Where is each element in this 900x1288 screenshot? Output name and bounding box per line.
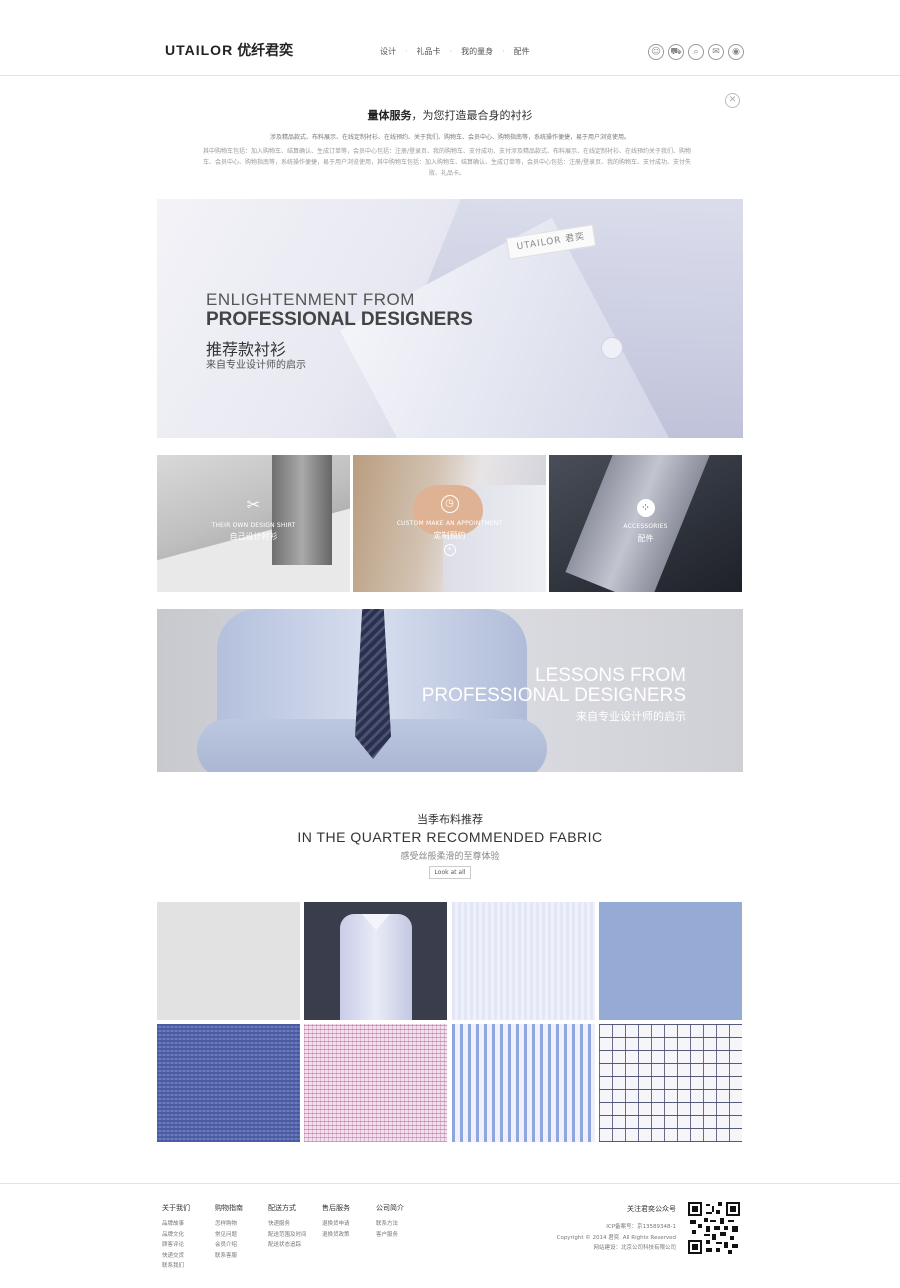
footer-link[interactable]: 品牌故事 [162, 1219, 190, 1230]
footer-link[interactable]: 配送状态追踪 [268, 1240, 307, 1251]
footer-link[interactable]: 联系方法 [376, 1219, 404, 1230]
logo-en: UTAILOR [165, 42, 234, 58]
fabric-title-cn: 当季布料推荐 [417, 813, 483, 826]
banner-line-1: LESSONS FROM [535, 665, 686, 686]
nav-separator: · [502, 47, 505, 56]
fabric-swatch[interactable] [452, 902, 595, 1020]
footer-link[interactable]: 客户服务 [376, 1230, 404, 1241]
fabric-swatch[interactable] [599, 902, 742, 1020]
footer-link[interactable]: 联系客服 [215, 1251, 243, 1262]
tile-accessories[interactable]: ⁘ ACCESSORIES 配件 [549, 455, 742, 592]
search-icon[interactable]: ⌕ [688, 44, 704, 60]
footer-column-guide: 购物指南 怎样购物 常见问题 会员介绍 联系客服 [215, 1203, 243, 1261]
tile-en-label: CUSTOM MAKE AN APPOINTMENT [396, 520, 503, 527]
footer-column-title: 售后服务 [322, 1204, 350, 1212]
cart-icon[interactable]: ⛟ [668, 44, 684, 60]
fabric-swatch[interactable] [157, 902, 300, 1020]
intro-line-2: 其中购物车包括：加入购物车、结算确认、生成订单等，会员中心包括：注册/登录页、我… [202, 148, 692, 177]
header-icons: ☺ ⛟ ⌕ ✉ ◉ [648, 44, 748, 60]
footer-link[interactable]: 顾客评论 [162, 1240, 190, 1251]
tile-en-label: ACCESSORIES [623, 523, 668, 530]
banner-line-2: PROFESSIONAL DESIGNERS [421, 685, 686, 706]
weibo-icon[interactable]: ◉ [728, 44, 744, 60]
footer-link[interactable]: 会员介绍 [215, 1240, 243, 1251]
footer-link[interactable]: 退换货申请 [322, 1219, 350, 1230]
nav-item-gift-card[interactable]: 礼品卡 [417, 46, 441, 57]
logo-cn: 优纤君奕 [237, 42, 294, 58]
intro-title: 量体服务，为您打造最合身的衬衫 [0, 107, 900, 123]
user-icon[interactable]: ☺ [648, 44, 664, 60]
footer-column-service: 售后服务 退换货申请 退换货政策 [322, 1203, 350, 1240]
footer-link[interactable]: 快递交货 [162, 1251, 190, 1262]
intro-title-rest: ，为您打造最合身的衬衫 [411, 109, 533, 122]
fabric-swatch-overlay [304, 1024, 447, 1142]
fabric-swatch[interactable] [452, 1024, 595, 1142]
icp-text: ICP备案号：京13589348-1 [606, 1224, 676, 1230]
nav-separator: · [449, 47, 453, 56]
logo[interactable]: UTAILOR 优纤君奕 [165, 40, 293, 60]
footer-link[interactable]: 快递服务 [268, 1219, 307, 1230]
tile-design-shirt[interactable]: ✂ THEIR OWN DESIGN SHIRT 自己设计衬衫 [157, 455, 350, 592]
nav-item-my-measure[interactable]: 我的量身 [461, 46, 493, 57]
site-header: UTAILOR 优纤君奕 设计 · 礼品卡 · 我的量身 · 配件 ☺ ⛟ ⌕ ✉… [0, 0, 900, 76]
fabric-swatch[interactable] [304, 902, 447, 1020]
nav-separator: · [405, 47, 408, 56]
builder-text: 网站建设：北京公司科技有限公司 [593, 1245, 676, 1251]
wechat-icon[interactable]: ✉ [708, 44, 724, 60]
fabric-swatch-overlay [599, 1024, 742, 1142]
site-footer: 关于我们 品牌故事 品牌文化 顾客评论 快递交货 联系我们 购物指南 怎样购物 … [0, 1183, 900, 1288]
hero-banner[interactable]: UTAILOR 君奕 ENLIGHTENMENT FROM PROFESSION… [157, 199, 743, 438]
tile-cn-label: 配件 [637, 534, 654, 543]
shirt-button-image [601, 337, 623, 359]
hero-line-2: PROFESSIONAL DESIGNERS [206, 309, 473, 330]
main-nav: 设计 · 礼品卡 · 我的量身 · 配件 [380, 46, 530, 57]
intro-title-bold: 量体服务 [367, 109, 412, 122]
footer-link[interactable]: 常见问题 [215, 1230, 243, 1241]
follow-label: 关注君奕公众号 [627, 1205, 676, 1213]
footer-link[interactable]: 退换货政策 [322, 1230, 350, 1241]
close-icon[interactable]: ✕ [725, 93, 740, 108]
sewing-machine-image [272, 455, 332, 565]
footer-column-about: 关于我们 品牌故事 品牌文化 顾客评论 快递交货 联系我们 [162, 1203, 190, 1272]
footer-link[interactable]: 配送范围及时间 [268, 1230, 307, 1241]
hero-line-4: 来自专业设计师的启示 [206, 360, 306, 371]
footer-column-company: 公司简介 联系方法 客户服务 [376, 1203, 404, 1240]
designer-banner[interactable]: LESSONS FROM PROFESSIONAL DESIGNERS 来自专业… [157, 609, 743, 772]
footer-link[interactable]: 品牌文化 [162, 1230, 190, 1241]
tile-cn-label: 自己设计衬衫 [229, 532, 278, 541]
qr-code-icon [688, 1202, 740, 1254]
footer-link[interactable]: 联系我们 [162, 1261, 190, 1272]
fabric-swatch-overlay [157, 1024, 300, 1142]
footer-column-title: 配送方式 [268, 1204, 296, 1212]
footer-column-title: 购物指南 [215, 1204, 243, 1212]
plus-icon[interactable]: + [443, 544, 456, 556]
hero-line-1: ENLIGHTENMENT FROM [206, 290, 415, 309]
nav-item-accessories[interactable]: 配件 [514, 46, 530, 57]
tile-cn-label: 定制预约 [433, 531, 466, 540]
scissors-icon: ✂ [246, 495, 261, 514]
fabric-title-en: IN THE QUARTER RECOMMENDED FABRIC [297, 829, 603, 845]
footer-column-title: 公司简介 [376, 1204, 404, 1212]
look-all-button[interactable]: Look at all [429, 866, 471, 879]
copyright-text: Copyright © 2014 君奕. All Rights Reserved [556, 1234, 676, 1241]
footer-link[interactable]: 怎样购物 [215, 1219, 243, 1230]
button-icon: ⁘ [636, 499, 655, 517]
footer-column-title: 关于我们 [162, 1204, 190, 1212]
fabric-subtitle: 感受丝般柔滑的至尊体验 [400, 852, 500, 862]
banner-line-3: 来自专业设计师的启示 [576, 710, 686, 723]
nav-item-design[interactable]: 设计 [380, 46, 396, 57]
footer-column-delivery: 配送方式 快递服务 配送范围及时间 配送状态追踪 [268, 1203, 307, 1251]
clock-icon: ◷ [440, 495, 459, 513]
tile-appointment[interactable]: ◷ CUSTOM MAKE AN APPOINTMENT 定制预约 + [353, 455, 546, 592]
intro-line-1: 涉及精品款式、布料展示、在线定制衬衫、在线预约、关于我们、购物车、会员中心、购物… [269, 134, 630, 141]
footer-info: 关注君奕公众号 ICP备案号：京13589348-1 Copyright © 2… [557, 1204, 676, 1254]
tile-en-label: THEIR OWN DESIGN SHIRT [211, 522, 296, 529]
